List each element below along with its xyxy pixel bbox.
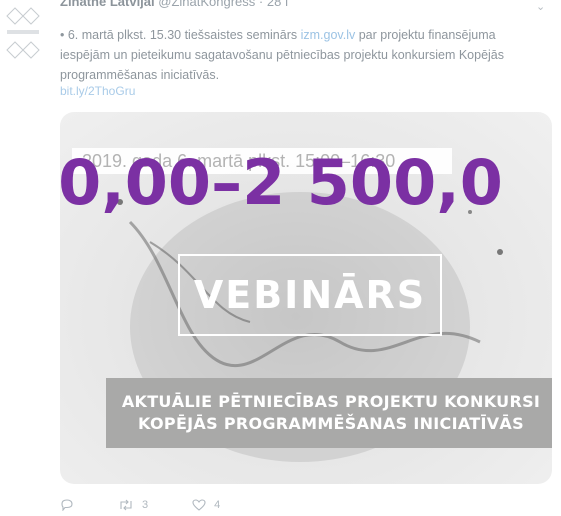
subtitle-line-2: KOPĒJĀS PROGRAMMĒŠANAS INICIATĪVĀS bbox=[138, 414, 524, 433]
heart-icon bbox=[192, 499, 206, 511]
author-name[interactable]: Zinātne Latvijai bbox=[60, 0, 155, 9]
like-button[interactable]: 4 bbox=[192, 499, 220, 511]
avatar[interactable] bbox=[2, 2, 44, 68]
retweet-count: 3 bbox=[142, 499, 149, 511]
like-count: 4 bbox=[214, 499, 221, 511]
card-title: VEBINĀRS bbox=[193, 273, 427, 317]
tweet-short-link[interactable]: bit.ly/2ThoGru bbox=[60, 84, 135, 98]
tweet-actions: 3 4 bbox=[60, 498, 264, 512]
retweet-button[interactable]: 3 bbox=[118, 499, 148, 511]
overlay-number-text: 0,00–2 500,0 bbox=[58, 146, 503, 219]
tweet-inline-link[interactable]: izm.gov.lv bbox=[301, 28, 356, 42]
subtitle-line-1: AKTUĀLIE PĒTNIECĪBAS PROJEKTU KONKURSI bbox=[121, 392, 541, 411]
tweet-text: • 6. martā plkst. 15.30 tiešsaistes semi… bbox=[60, 25, 535, 85]
chevron-down-icon[interactable]: ⌄ bbox=[536, 0, 545, 13]
retweet-icon bbox=[120, 499, 132, 511]
tweet-header: Zinātne Latvijai @ZinatKongress · 28 f bbox=[60, 0, 289, 12]
reply-button[interactable] bbox=[60, 499, 74, 511]
tweet-text-prefix: • 6. martā plkst. 15.30 tiešsaistes semi… bbox=[60, 28, 301, 42]
author-handle[interactable]: @ZinatKongress · 28 f bbox=[158, 0, 288, 9]
title-frame: VEBINĀRS bbox=[178, 254, 442, 336]
reply-icon bbox=[61, 499, 73, 511]
subtitle-banner: AKTUĀLIE PĒTNIECĪBAS PROJEKTU KONKURSI K… bbox=[106, 378, 552, 448]
org-logo-icon bbox=[6, 7, 40, 59]
